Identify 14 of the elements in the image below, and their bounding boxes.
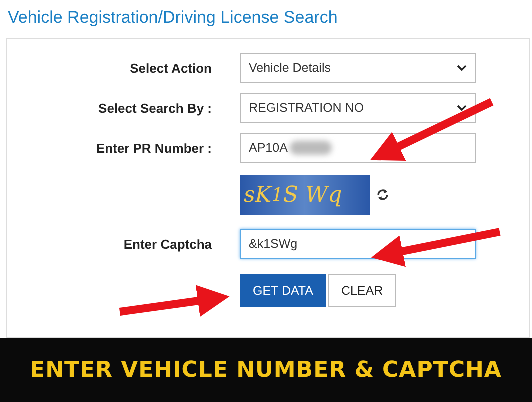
refresh-icon[interactable] [376,188,390,202]
page-title: Vehicle Registration/Driving License Search [7,7,339,29]
field-label: Enter Captcha [122,236,212,252]
caption-banner: ENTER VEHICLE NUMBER & CAPTCHA [0,338,532,402]
chevron-icon [457,65,467,71]
field-label: Enter PR Number : [95,140,212,156]
field-label: Select Search By : [98,100,212,116]
blurred-text [290,141,332,155]
get-data-button[interactable]: GET DATA [240,274,326,307]
chevron-icon [457,105,467,111]
select-dropdown[interactable]: Vehicle Details [240,53,476,83]
field-label: Select Action [129,60,212,76]
select-dropdown[interactable]: REGISTRATION NO [240,93,476,123]
clear-button[interactable]: CLEAR [328,274,396,307]
